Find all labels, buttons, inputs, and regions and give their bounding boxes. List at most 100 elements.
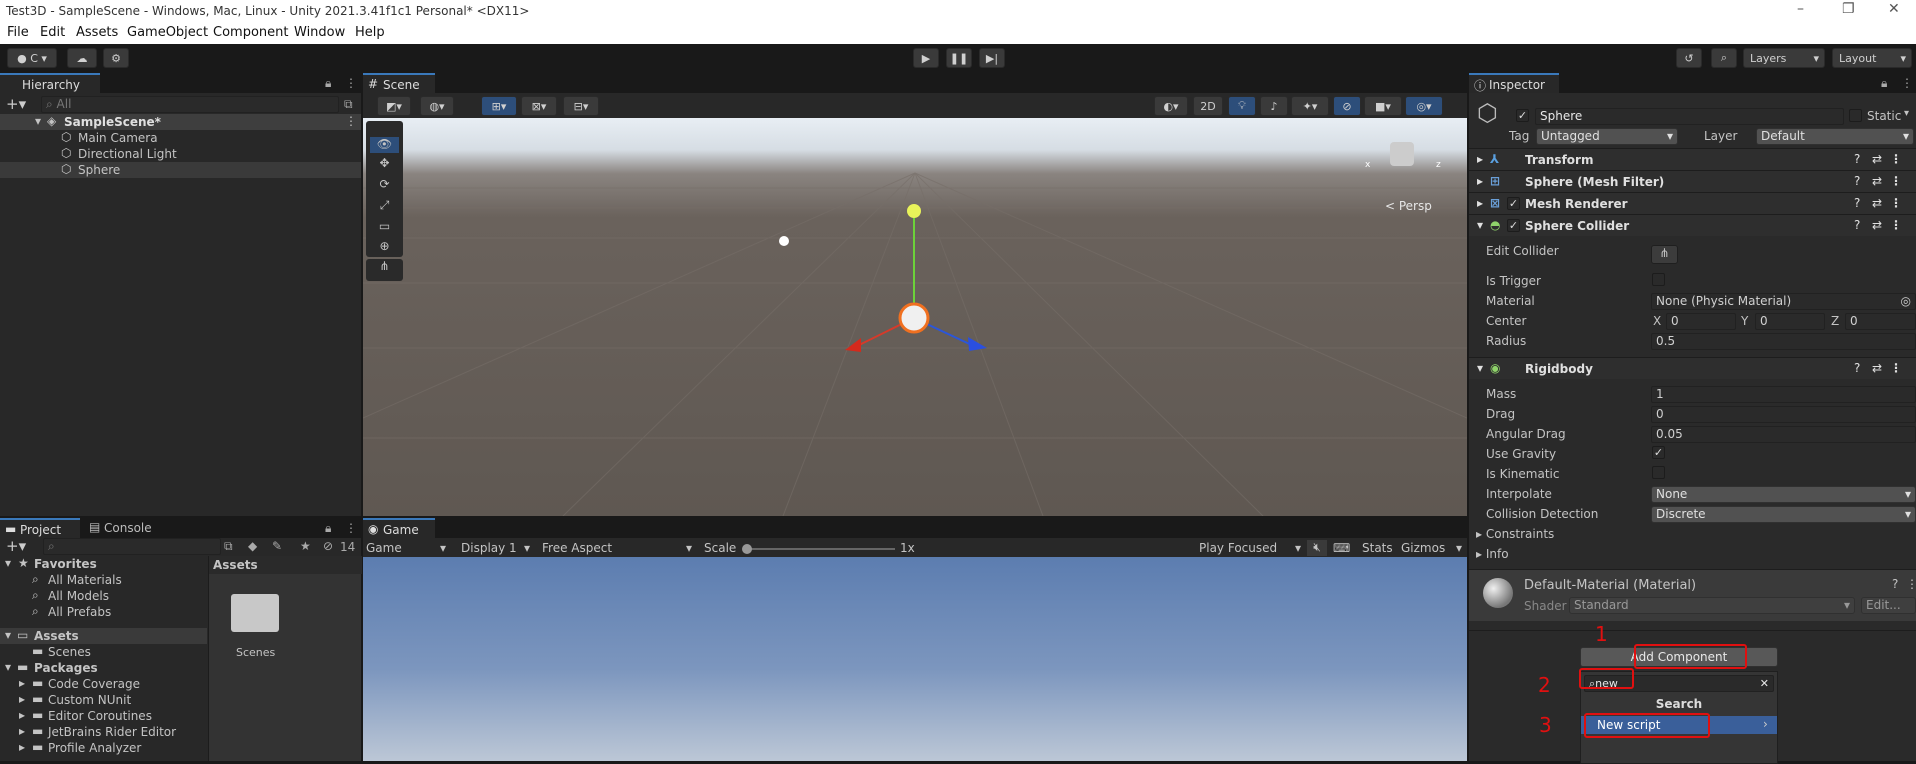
kebab-menu-icon[interactable]: ⋮: [345, 114, 357, 128]
global-icon[interactable]: ◍▾: [420, 96, 454, 116]
keyboard-icon[interactable]: ⌨: [1333, 541, 1350, 555]
scale-slider-thumb[interactable]: [742, 544, 752, 554]
tab-console[interactable]: ▤ Console: [82, 518, 162, 538]
kebab-menu-icon[interactable]: ⋮: [1890, 218, 1902, 232]
visibility-icon[interactable]: ⊘: [1333, 96, 1361, 116]
scale-slider[interactable]: [742, 544, 895, 554]
search-by-label-icon[interactable]: ◆: [248, 539, 257, 553]
kebab-menu-icon[interactable]: ⋮: [345, 76, 357, 90]
preset-icon[interactable]: ⇄: [1872, 174, 1882, 188]
help-icon[interactable]: ?: [1854, 152, 1860, 166]
scene-gizmo[interactable]: x z: [1365, 128, 1441, 194]
mute-audio-icon[interactable]: 🔇︎: [1307, 540, 1327, 556]
preset-icon[interactable]: ⇄: [1872, 196, 1882, 210]
minimize-icon[interactable]: –: [1797, 1, 1804, 17]
lighting-icon[interactable]: 💡︎: [1228, 96, 1256, 116]
component-rigidbody[interactable]: ▾ ◉ Rigidbody? ⇄ ⋮: [1469, 357, 1916, 379]
shader-edit-button[interactable]: Edit...: [1861, 597, 1916, 614]
tab-scene[interactable]: # Scene: [363, 73, 435, 93]
view-tool-icon[interactable]: 👁︎: [370, 137, 399, 153]
lock-icon[interactable]: 🔒︎: [325, 76, 331, 91]
help-icon[interactable]: ?: [1892, 577, 1898, 591]
step-icon[interactable]: ▶|: [979, 48, 1005, 68]
interpolate-dropdown[interactable]: None ▾: [1651, 486, 1916, 503]
lock-icon[interactable]: 🔒︎: [1881, 76, 1887, 91]
menu-assets[interactable]: Assets: [76, 25, 118, 40]
draw-mode-icon[interactable]: ◩▾: [377, 96, 411, 116]
layers-dropdown[interactable]: Layers ▾: [1743, 48, 1825, 68]
search-by-type-icon[interactable]: ⧉: [224, 539, 233, 554]
preset-icon[interactable]: ⇄: [1872, 152, 1882, 166]
tab-game[interactable]: ◉ Game: [363, 518, 435, 538]
restore-icon[interactable]: ❐: [1842, 1, 1855, 17]
collision-detection-dropdown[interactable]: Discrete ▾: [1651, 506, 1916, 523]
mass-input[interactable]: 1: [1651, 386, 1916, 403]
add-icon[interactable]: +▾: [6, 95, 26, 113]
scene-viewport[interactable]: 👁︎ ✥ ⟳ ⤢ ▭ ⊕ ⋔ x z < Persp: [363, 118, 1467, 516]
info-foldout[interactable]: ▸ Info: [1476, 547, 1509, 561]
radius-input[interactable]: 0.5: [1651, 333, 1916, 350]
cloud-icon[interactable]: ☁: [67, 48, 97, 68]
drag-input[interactable]: 0: [1651, 406, 1916, 423]
shading-icon[interactable]: ◐▾: [1154, 96, 1188, 116]
pause-icon[interactable]: ❚❚: [946, 48, 972, 68]
transform-tool-icon[interactable]: ⊕: [370, 239, 399, 255]
move-tool-icon[interactable]: ✥: [370, 156, 399, 172]
clear-icon[interactable]: ✕: [1760, 676, 1769, 691]
display-dropdown[interactable]: Display 1 ▾: [461, 541, 530, 555]
component-sphere-collider[interactable]: ▾ ◓ ✓ Sphere Collider? ⇄ ⋮: [1469, 214, 1916, 236]
audio-icon[interactable]: ♪: [1260, 96, 1288, 116]
preset-icon[interactable]: ⇄: [1872, 361, 1882, 375]
help-icon[interactable]: ?: [1854, 196, 1860, 210]
use-gravity-checkbox[interactable]: ✓: [1652, 446, 1665, 459]
center-z-input[interactable]: 0: [1845, 313, 1916, 330]
shader-dropdown[interactable]: Standard ▾: [1569, 597, 1855, 614]
edit-collider-tool-icon[interactable]: ⋔: [366, 259, 403, 281]
object-picker-icon[interactable]: ◎: [1901, 294, 1911, 309]
component-mesh-filter[interactable]: ▸ ⊞ Sphere (Mesh Filter)? ⇄ ⋮: [1469, 170, 1916, 192]
effects-icon[interactable]: ✦▾: [1291, 96, 1329, 116]
hierarchy-item[interactable]: ⬡ Main Camera: [0, 130, 361, 146]
menu-component[interactable]: Component: [213, 25, 288, 40]
help-icon[interactable]: ?: [1854, 174, 1860, 188]
is-kinematic-checkbox[interactable]: [1652, 466, 1665, 479]
search-icon[interactable]: ⌕: [1711, 48, 1737, 68]
kebab-menu-icon[interactable]: ⋮: [1890, 196, 1902, 210]
help-icon[interactable]: ?: [1854, 218, 1860, 232]
account-button[interactable]: ● C ▾: [7, 48, 57, 68]
material-field[interactable]: None (Physic Material) ◎: [1651, 293, 1916, 310]
tab-hierarchy[interactable]: Hierarchy: [0, 73, 100, 93]
mode-2d-button[interactable]: 2D: [1193, 96, 1223, 116]
constraints-foldout[interactable]: ▸ Constraints: [1476, 527, 1554, 541]
center-y-input[interactable]: 0: [1755, 313, 1825, 330]
menu-window[interactable]: Window: [294, 25, 345, 40]
align-icon[interactable]: ⊟▾: [563, 96, 599, 116]
folder-icon[interactable]: [231, 594, 279, 632]
grid-snap-icon[interactable]: ⊞▾: [481, 96, 517, 116]
hierarchy-search-input[interactable]: ⌕ All: [41, 96, 339, 113]
active-checkbox[interactable]: ✓: [1516, 109, 1529, 122]
is-trigger-checkbox[interactable]: [1652, 273, 1665, 286]
chevron-down-icon[interactable]: ▾: [1904, 108, 1909, 119]
scale-tool-icon[interactable]: ⤢: [370, 198, 399, 214]
layer-dropdown[interactable]: Default ▾: [1756, 128, 1914, 145]
enabled-checkbox[interactable]: ✓: [1507, 219, 1520, 232]
preset-icon[interactable]: ⇄: [1872, 218, 1882, 232]
game-view-dropdown[interactable]: Game ▾: [366, 541, 446, 555]
collab-icon[interactable]: ⚙: [103, 48, 129, 68]
enabled-checkbox[interactable]: ✓: [1507, 197, 1520, 210]
hierarchy-item[interactable]: ⬡ Directional Light: [0, 146, 361, 162]
filter-icon[interactable]: ⧉: [344, 97, 353, 112]
close-icon[interactable]: ✕: [1888, 1, 1900, 17]
gizmos-icon[interactable]: ◎▾: [1405, 96, 1443, 116]
object-name-input[interactable]: Sphere: [1535, 108, 1844, 125]
kebab-menu-icon[interactable]: ⋮: [345, 521, 357, 535]
component-mesh-renderer[interactable]: ▸ ⊠ ✓ Mesh Renderer? ⇄ ⋮: [1469, 192, 1916, 214]
tag-dropdown[interactable]: Untagged ▾: [1536, 128, 1678, 145]
kebab-menu-icon[interactable]: ⋮: [1890, 361, 1902, 375]
angular-drag-input[interactable]: 0.05: [1651, 426, 1916, 443]
menu-gameobject[interactable]: GameObject: [127, 25, 208, 40]
component-transform[interactable]: ▸ ⅄ Transform? ⇄ ⋮: [1469, 148, 1916, 170]
camera-icon[interactable]: ■▾: [1364, 96, 1402, 116]
center-x-input[interactable]: 0: [1666, 313, 1736, 330]
